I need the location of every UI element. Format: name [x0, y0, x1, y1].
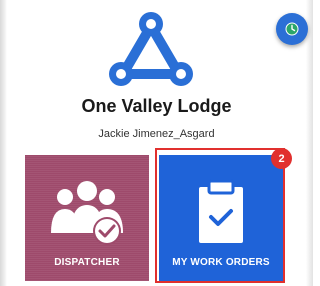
user-name: Jackie Jimenez_Asgard: [98, 128, 215, 140]
organization-name: One Valley Lodge: [81, 96, 232, 116]
clock-icon: [285, 22, 299, 36]
work-orders-count-badge: 2: [271, 148, 292, 169]
clipboard-check-icon: [199, 179, 243, 243]
history-button[interactable]: [276, 13, 308, 45]
dispatcher-label: DISPATCHER: [54, 257, 120, 268]
window-frame-left: [0, 0, 7, 286]
dispatcher-tile[interactable]: DISPATCHER: [25, 155, 149, 281]
tri-node-logo-icon: [109, 12, 193, 86]
group-check-icon: [51, 181, 123, 245]
window-frame-right: [306, 0, 313, 286]
my-work-orders-label: MY WORK ORDERS: [172, 257, 270, 268]
my-work-orders-tile[interactable]: MY WORK ORDERS: [159, 155, 283, 281]
